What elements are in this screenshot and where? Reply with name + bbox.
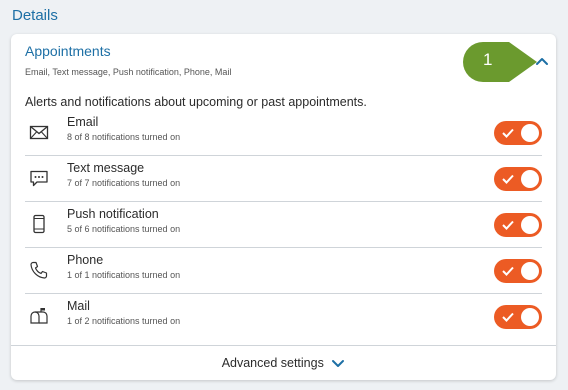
push-notification-toggle[interactable]: [494, 213, 542, 237]
checkmark-icon: [502, 128, 514, 138]
card-title[interactable]: Appointments: [25, 43, 111, 59]
notification-row-email: Email 8 of 8 notifications turned on: [25, 110, 542, 156]
text-message-toggle[interactable]: [494, 167, 542, 191]
step-badge-icon: [463, 42, 537, 82]
card-description: Alerts and notifications about upcoming …: [25, 95, 367, 109]
row-count: 5 of 6 notifications turned on: [67, 224, 181, 234]
phone-handset-icon: [30, 261, 48, 279]
mailbox-icon: [30, 308, 48, 324]
toggle-knob: [521, 124, 539, 142]
card-subtitle: Email, Text message, Push notification, …: [25, 67, 232, 77]
notification-row-mail: Mail 1 of 2 notifications turned on: [25, 294, 542, 340]
row-count: 1 of 1 notifications turned on: [67, 270, 181, 280]
phone-toggle[interactable]: [494, 259, 542, 283]
checkmark-icon: [502, 220, 514, 230]
section-title: Details: [12, 7, 58, 24]
row-label: Push notification: [67, 207, 159, 221]
email-toggle[interactable]: [494, 121, 542, 145]
notification-row-phone: Phone 1 of 1 notifications turned on: [25, 248, 542, 294]
toggle-knob: [521, 308, 539, 326]
mobile-phone-icon: [33, 214, 45, 234]
mail-toggle[interactable]: [494, 305, 542, 329]
row-count: 7 of 7 notifications turned on: [67, 178, 181, 188]
chat-bubble-icon: [30, 170, 48, 187]
appointments-card: Appointments Email, Text message, Push n…: [11, 34, 556, 380]
toggle-knob: [521, 170, 539, 188]
row-label: Mail: [67, 299, 90, 313]
row-label: Email: [67, 115, 99, 129]
chevron-down-icon: [332, 360, 345, 367]
toggle-knob: [521, 216, 539, 234]
notification-row-push: Push notification 5 of 6 notifications t…: [25, 202, 542, 248]
row-count: 8 of 8 notifications turned on: [67, 132, 181, 142]
advanced-settings-button[interactable]: Advanced settings: [11, 345, 556, 380]
checkmark-icon: [502, 174, 514, 184]
notification-row-text-message: Text message 7 of 7 notifications turned…: [25, 156, 542, 202]
toggle-knob: [521, 262, 539, 280]
advanced-settings-label: Advanced settings: [221, 356, 324, 370]
step-badge-label: 1: [483, 50, 493, 69]
checkmark-icon: [502, 266, 514, 276]
row-count: 1 of 2 notifications turned on: [67, 316, 181, 326]
checkmark-icon: [502, 312, 514, 322]
envelope-icon: [29, 125, 49, 140]
row-label: Text message: [67, 161, 145, 175]
row-label: Phone: [67, 253, 104, 267]
chevron-up-icon[interactable]: [534, 54, 550, 68]
